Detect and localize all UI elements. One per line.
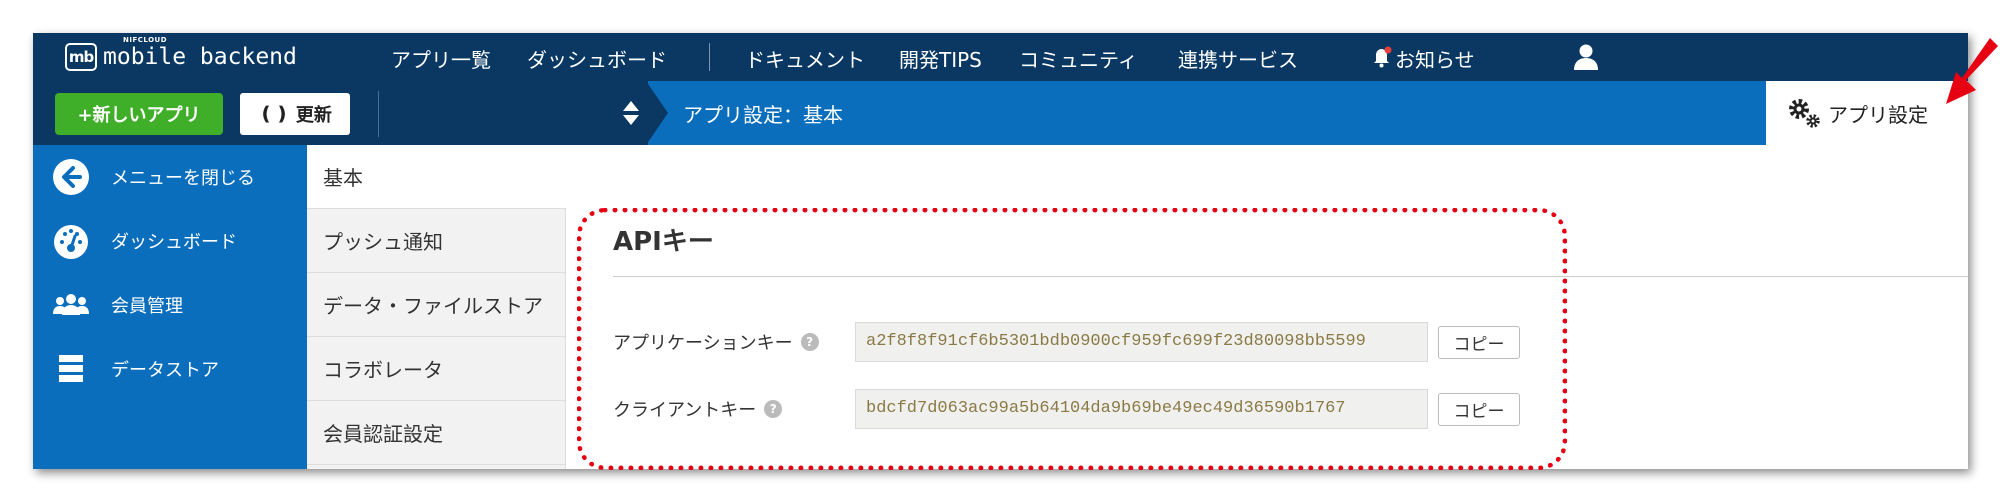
tab-app-settings-label: アプリ設定	[1828, 102, 1928, 127]
nav-link-app-list[interactable]: アプリ一覧	[391, 44, 491, 73]
bell-icon[interactable]	[1372, 46, 1392, 68]
nav-link-integrations[interactable]: 連携サービス	[1178, 44, 1298, 73]
users-icon	[51, 285, 91, 325]
settings-menu: 基本 プッシュ通知 データ・ファイルストア コラボレータ 会員認証設定	[307, 145, 566, 469]
nav-link-documents[interactable]: ドキュメント	[745, 44, 865, 73]
nav-link-notifications[interactable]: お知らせ	[1395, 44, 1475, 73]
sidebar-item-label: ダッシュボード	[111, 232, 237, 253]
settings-menu-item-push[interactable]: プッシュ通知	[307, 209, 566, 273]
breadcrumb: アプリ設定：基本	[683, 103, 843, 127]
settings-menu-item-data-file-store[interactable]: データ・ファイルストア	[307, 273, 566, 337]
nav-link-community[interactable]: コミュニティ	[1019, 44, 1138, 73]
new-app-button[interactable]: +新しいアプリ	[55, 93, 223, 135]
screenshot-stage: mb NIFCLOUD mobile backend アプリ一覧 ダッシュボード…	[0, 0, 2000, 503]
database-icon	[51, 349, 91, 389]
refresh-label: 更新	[295, 105, 332, 126]
red-arrow-icon	[1946, 38, 1998, 104]
sidebar-item-dashboard[interactable]: ダッシュボード	[33, 209, 307, 273]
top-navigation-bar: mb NIFCLOUD mobile backend アプリ一覧 ダッシュボード…	[33, 33, 1968, 81]
settings-menu-item-basic[interactable]: 基本	[307, 145, 566, 209]
logo-badge: mb	[65, 43, 97, 71]
breadcrumb-chevron	[646, 81, 668, 145]
logo[interactable]: mb NIFCLOUD mobile backend	[65, 36, 297, 74]
sidebar-item-members[interactable]: 会員管理	[33, 273, 307, 337]
toolbar-divider	[378, 91, 379, 137]
nav-divider	[709, 43, 710, 71]
nav-link-dashboard[interactable]: ダッシュボード	[527, 44, 667, 73]
settings-menu-item-collaborators[interactable]: コラボレータ	[307, 337, 566, 401]
gauge-icon	[51, 221, 91, 261]
highlight-annotation	[577, 208, 1567, 470]
arrow-left-circle-icon	[51, 157, 91, 197]
nav-link-dev-tips[interactable]: 開発TIPS	[899, 44, 982, 73]
logo-text: mobile backend	[103, 44, 297, 70]
refresh-icon: ❪❫	[258, 103, 290, 125]
settings-menu-item-auth[interactable]: 会員認証設定	[307, 401, 566, 465]
user-icon[interactable]	[1573, 43, 1599, 71]
sidebar-item-close-menu[interactable]: メニューを閉じる	[33, 145, 307, 209]
refresh-button[interactable]: ❪❫ 更新	[240, 93, 350, 135]
sidebar-item-label: データストア	[111, 360, 219, 381]
sidebar: メニューを閉じる ダッシュボード 会員管理 データストア	[33, 145, 307, 469]
app-select-sort-icon[interactable]	[622, 99, 640, 127]
sidebar-item-datastore[interactable]: データストア	[33, 337, 307, 401]
sidebar-item-label: メニューを閉じる	[111, 168, 255, 189]
logo-small-text: NIFCLOUD	[123, 36, 168, 44]
sidebar-item-label: 会員管理	[111, 296, 183, 317]
gear-icon	[1789, 99, 1820, 128]
